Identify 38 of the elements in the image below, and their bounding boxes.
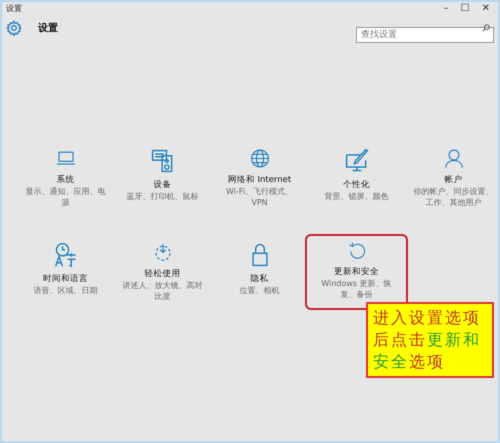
- monitor-brush-icon: [344, 148, 370, 174]
- tile-label: 轻松使用: [144, 269, 180, 280]
- tile-description: 你的帐户、同步设置、工作、其他用户: [414, 186, 494, 208]
- tile-label: 系统: [56, 175, 74, 186]
- callout-note: 进入设置选项后点击更新和安全选项: [366, 302, 494, 378]
- minimize-button[interactable]: –: [444, 4, 449, 14]
- tile-description: 讲述人、放大镜、高对比度: [122, 280, 202, 302]
- tile-label: 隐私: [250, 274, 268, 285]
- search-icon: [482, 24, 490, 32]
- settings-tile[interactable]: 系统 显示、通知、应用、电源: [17, 140, 114, 216]
- settings-tile[interactable]: 网络和 Internet Wi-Fi、飞行模式、VPN: [211, 140, 308, 216]
- page-title: 设置: [38, 22, 58, 36]
- tile-label: 设备: [154, 180, 172, 191]
- settings-icon: [6, 20, 22, 36]
- window-title: 设置: [6, 5, 22, 13]
- tile-label: 时间和语言: [43, 274, 88, 285]
- tile-description: 显示、通知、应用、电源: [26, 186, 106, 208]
- settings-tile[interactable]: 隐私 位置、相机: [211, 234, 308, 310]
- keyboard-speaker-icon: [150, 148, 176, 174]
- search-field[interactable]: 查找设置: [356, 27, 494, 43]
- tile-label: 网络和 Internet: [228, 175, 292, 186]
- settings-tile[interactable]: 时间和语言 语音、区域、日期: [17, 234, 114, 310]
- tile-label: 个性化: [343, 180, 370, 191]
- settings-tile[interactable]: 轻松使用 讲述人、放大镜、高对比度: [114, 234, 211, 310]
- maximize-button[interactable]: ☐: [460, 4, 470, 14]
- tile-description: Windows 更新、恢复、备份: [320, 278, 393, 300]
- settings-tile[interactable]: 帐户 你的帐户、同步设置、工作、其他用户: [405, 140, 500, 216]
- clock-letter-icon: [52, 242, 78, 268]
- tile-description: Wi-Fi、飞行模式、VPN: [224, 186, 294, 208]
- tile-description: 背景、锁屏、颜色: [324, 191, 390, 202]
- tile-description: 蓝牙、打印机、鼠标: [126, 191, 200, 202]
- settings-tile[interactable]: 个性化 背景、锁屏、颜色: [308, 140, 405, 216]
- tile-label: 帐户: [444, 175, 462, 186]
- close-button[interactable]: ✕: [482, 4, 490, 14]
- tile-description: 语音、区域、日期: [32, 285, 98, 296]
- tile-description: 位置、相机: [238, 285, 280, 296]
- tile-label: 更新和安全: [334, 267, 379, 278]
- settings-tile[interactable]: 设备 蓝牙、打印机、鼠标: [114, 140, 211, 216]
